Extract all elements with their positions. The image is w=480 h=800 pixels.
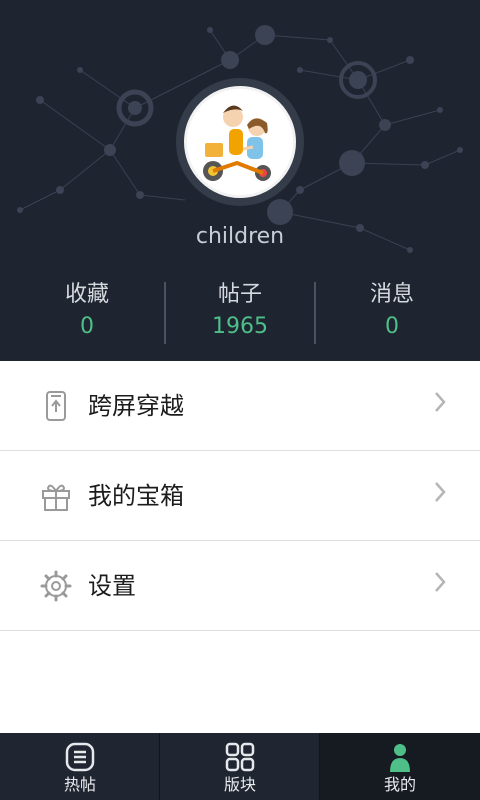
stat-label: 帖子	[217, 282, 262, 307]
menu-item-label: 我的宝箱	[88, 482, 184, 510]
avatar-illustration	[187, 89, 293, 195]
grid-icon	[225, 742, 255, 772]
stat-value: 1965	[212, 314, 268, 339]
tab-mine[interactable]: 我的	[320, 733, 480, 800]
tab-hot-posts[interactable]: 热帖	[0, 733, 160, 800]
tab-label: 版块	[223, 775, 256, 794]
menu-list: 跨屏穿越 我的宝箱 设置	[0, 361, 480, 631]
chevron-right-icon	[435, 482, 446, 502]
menu-item-settings[interactable]: 设置	[0, 541, 480, 631]
tab-label: 我的	[383, 775, 416, 794]
menu-item-label: 跨屏穿越	[88, 392, 184, 420]
menu-item-cross-screen[interactable]: 跨屏穿越	[0, 361, 480, 451]
gift-icon	[42, 484, 70, 511]
menu-item-label: 设置	[88, 572, 136, 600]
stat-posts[interactable]: 帖子 1965	[160, 280, 320, 346]
tab-sections[interactable]: 版块	[160, 733, 320, 800]
list-icon	[65, 742, 95, 772]
stats-divider	[164, 282, 166, 344]
phone-upload-icon	[46, 391, 66, 421]
tab-label: 热帖	[63, 775, 96, 794]
stats-bar: 收藏 0 帖子 1965 消息 0	[0, 280, 480, 346]
stat-value: 0	[80, 314, 94, 339]
bottom-tab-bar: 热帖 版块 我的	[0, 733, 480, 800]
stat-label: 消息	[369, 282, 414, 307]
chevron-right-icon	[435, 572, 446, 592]
username: children	[195, 224, 285, 249]
stat-favorites[interactable]: 收藏 0	[7, 280, 167, 346]
stat-label: 收藏	[64, 282, 109, 307]
person-icon	[390, 744, 410, 772]
stat-value: 0	[385, 314, 399, 339]
avatar[interactable]	[184, 86, 296, 198]
stat-messages[interactable]: 消息 0	[312, 280, 472, 346]
gear-icon	[40, 570, 72, 602]
menu-item-treasure-box[interactable]: 我的宝箱	[0, 451, 480, 541]
chevron-right-icon	[435, 392, 446, 412]
stats-divider	[314, 282, 316, 344]
